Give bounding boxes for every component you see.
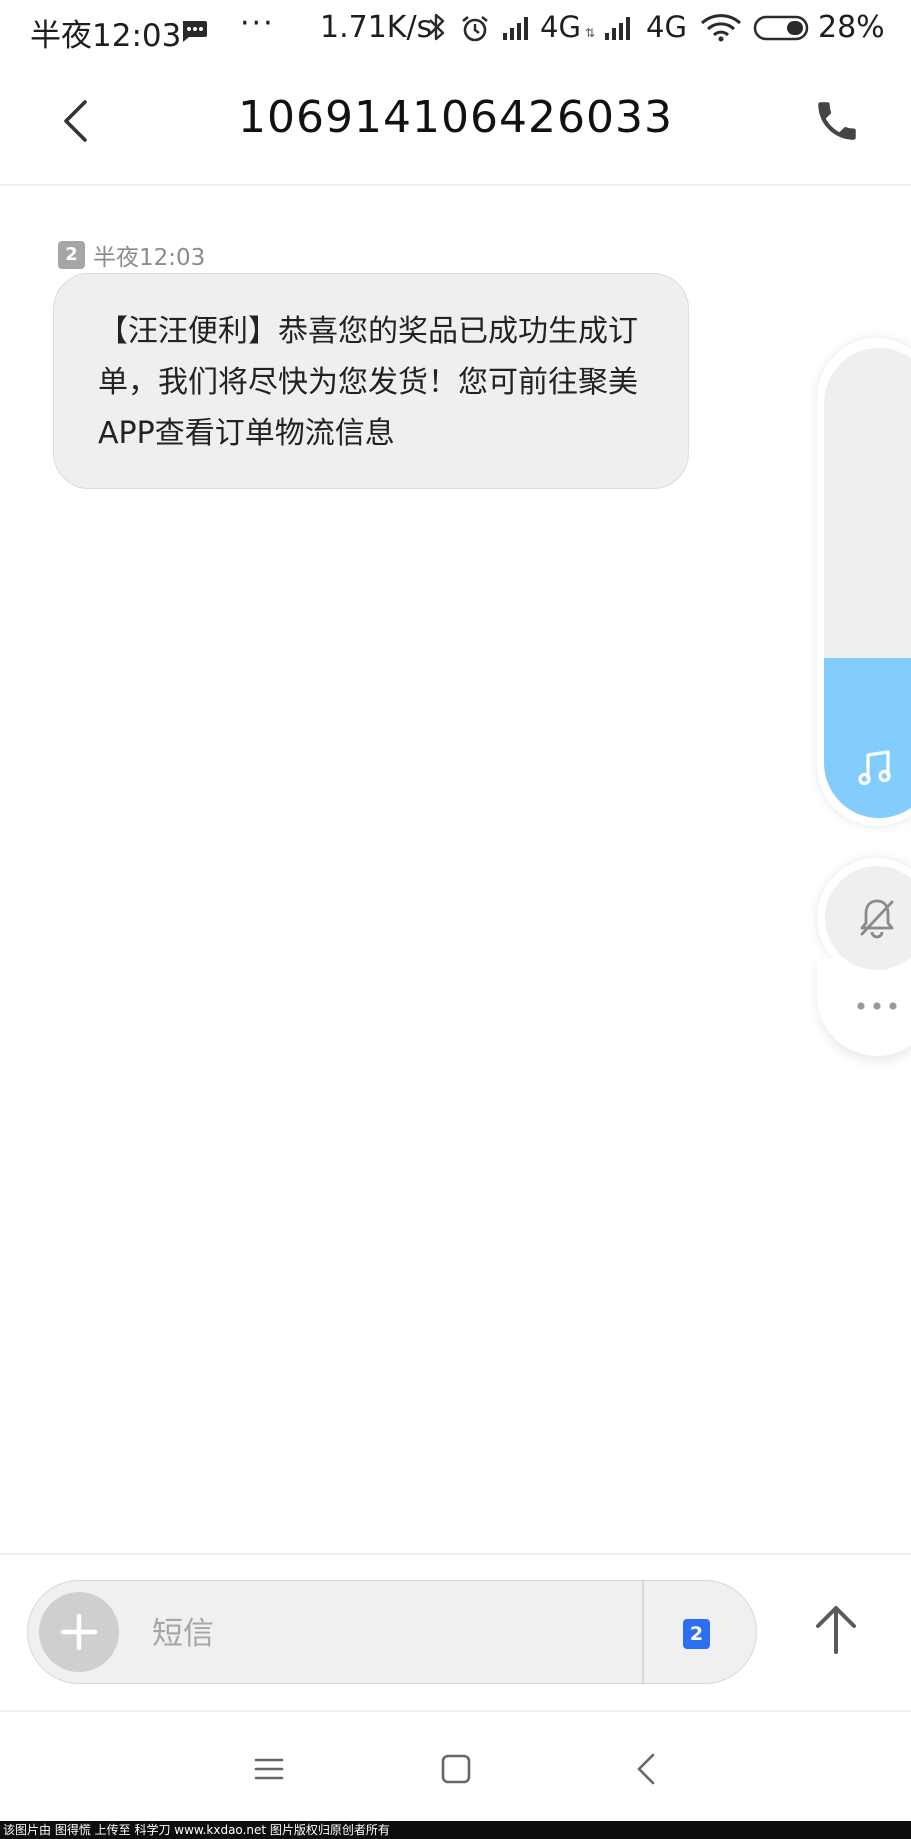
signal-icon: [604, 14, 634, 49]
home-square-icon[interactable]: [441, 1754, 471, 1784]
system-nav-bar: [0, 1710, 911, 1822]
composer-divider: [642, 1581, 644, 1683]
more-options-button[interactable]: [817, 958, 911, 1056]
message-time: 半夜12:03: [93, 245, 206, 271]
message-bubble[interactable]: 【汪汪便利】恭喜您的奖品已成功生成订单，我们将尽快为您发货！您可前往聚美APP查…: [53, 273, 689, 489]
message-meta: 2 半夜12:03: [58, 238, 205, 272]
sim-badge: 2: [58, 241, 85, 269]
call-button[interactable]: [812, 96, 862, 146]
sms-conversation-screen: 半夜12:03 ··· 1.71K/s 4G ⇅ 4G 28% 10691410…: [0, 0, 911, 1839]
sim-select-button[interactable]: 2: [683, 1619, 710, 1649]
back-chevron-icon[interactable]: [635, 1752, 657, 1786]
alarm-icon: [460, 14, 490, 52]
send-button[interactable]: [808, 1600, 864, 1660]
network-type-2: 4G: [646, 10, 687, 44]
sms-input[interactable]: [150, 1605, 634, 1663]
send-arrow-up-icon: [816, 1606, 856, 1654]
phone-icon: [818, 102, 856, 140]
net-speed: 1.71K/s: [320, 10, 433, 45]
battery-icon: [753, 14, 811, 50]
network-type-1: 4G: [540, 10, 581, 44]
signal-icon: [502, 14, 532, 49]
volume-slider[interactable]: [824, 348, 911, 818]
more-dots-icon: [857, 1002, 897, 1010]
status-more-dots: ···: [240, 6, 275, 41]
plus-icon: [60, 1613, 98, 1651]
bluetooth-icon: [426, 12, 448, 50]
data-activity: ⇅: [585, 26, 596, 40]
bell-mute-icon: [860, 899, 894, 939]
music-note-icon: [858, 749, 894, 791]
battery-percent: 28%: [818, 10, 885, 45]
watermark-footer: 该图片由 图得慌 上传至 科学刀 www.kxdao.net 图片版权归原创者所…: [0, 1821, 911, 1839]
message-text: 【汪汪便利】恭喜您的奖品已成功生成订单，我们将尽快为您发货！您可前往聚美APP查…: [98, 314, 638, 451]
add-attachment-button[interactable]: [39, 1592, 119, 1672]
status-time: 半夜12:03: [30, 18, 182, 54]
volume-level-fill: [824, 658, 911, 818]
wifi-icon: [700, 14, 742, 50]
conversation-header: 106914106426033: [0, 58, 911, 186]
menu-icon[interactable]: [254, 1756, 284, 1782]
page-title: 106914106426033: [238, 92, 673, 143]
composer-divider-line: [0, 1553, 911, 1555]
message-icon: [180, 16, 208, 51]
status-bar: 半夜12:03 ··· 1.71K/s 4G ⇅ 4G 28%: [0, 0, 911, 58]
